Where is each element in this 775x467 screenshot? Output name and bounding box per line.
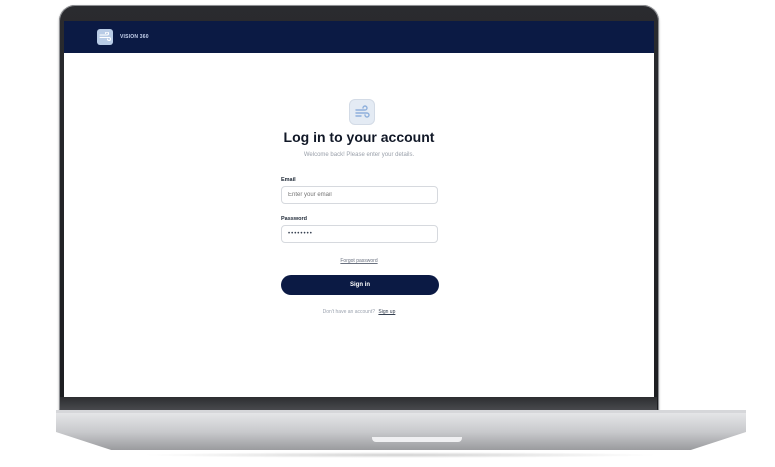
signup-prompt: Don't have an account? (322, 309, 376, 315)
email-label: Email (281, 177, 296, 183)
sign-up-link[interactable]: Sign up (378, 309, 395, 315)
laptop-base (56, 410, 746, 450)
laptop-base-edge (56, 410, 746, 413)
page-title: Log in to your account (283, 129, 435, 145)
sign-in-button[interactable]: Sign in (281, 275, 439, 295)
laptop-hinge (60, 397, 657, 411)
page-subtitle: Welcome back! Please enter your details. (303, 152, 415, 158)
hero-logo (349, 99, 375, 125)
laptop-notch (372, 437, 462, 442)
signup-row: Don't have an account? Sign up (64, 309, 654, 315)
password-label: Password (281, 216, 307, 222)
email-field[interactable] (281, 186, 438, 204)
wind-icon (355, 105, 370, 118)
forgot-password-link[interactable]: Forgot password (64, 258, 654, 264)
laptop-screen: VISION 360 Log in to your account Welcom… (64, 21, 654, 397)
laptop-shadow (140, 452, 660, 458)
password-field[interactable]: •••••••• (281, 225, 438, 243)
login-card: Log in to your account Welcome back! Ple… (64, 21, 654, 397)
